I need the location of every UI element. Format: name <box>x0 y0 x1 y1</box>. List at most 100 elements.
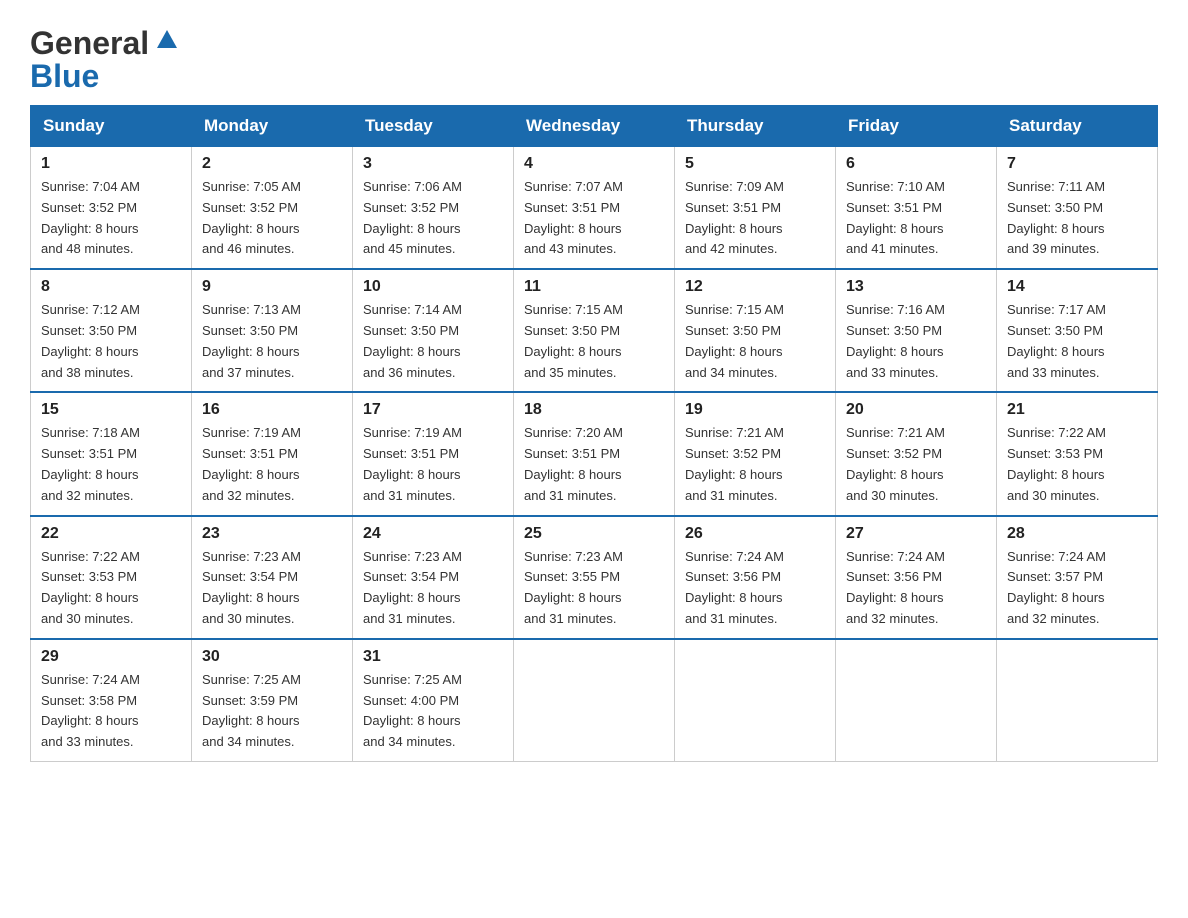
day-number: 17 <box>363 401 503 419</box>
calendar-day-cell: 18 Sunrise: 7:20 AM Sunset: 3:51 PM Dayl… <box>514 392 675 515</box>
day-info: Sunrise: 7:18 AM Sunset: 3:51 PM Dayligh… <box>41 423 181 506</box>
day-number: 14 <box>1007 278 1147 296</box>
day-number: 7 <box>1007 155 1147 173</box>
day-number: 18 <box>524 401 664 419</box>
day-info: Sunrise: 7:25 AM Sunset: 3:59 PM Dayligh… <box>202 670 342 753</box>
day-info: Sunrise: 7:06 AM Sunset: 3:52 PM Dayligh… <box>363 177 503 260</box>
day-info: Sunrise: 7:23 AM Sunset: 3:54 PM Dayligh… <box>202 547 342 630</box>
day-info: Sunrise: 7:14 AM Sunset: 3:50 PM Dayligh… <box>363 300 503 383</box>
day-number: 6 <box>846 155 986 173</box>
day-number: 29 <box>41 648 181 666</box>
calendar-day-cell: 26 Sunrise: 7:24 AM Sunset: 3:56 PM Dayl… <box>675 516 836 639</box>
calendar-day-cell: 2 Sunrise: 7:05 AM Sunset: 3:52 PM Dayli… <box>192 147 353 270</box>
day-number: 22 <box>41 525 181 543</box>
calendar-day-cell: 12 Sunrise: 7:15 AM Sunset: 3:50 PM Dayl… <box>675 269 836 392</box>
day-of-week-header: Thursday <box>675 106 836 147</box>
day-info: Sunrise: 7:21 AM Sunset: 3:52 PM Dayligh… <box>685 423 825 506</box>
calendar-day-cell: 9 Sunrise: 7:13 AM Sunset: 3:50 PM Dayli… <box>192 269 353 392</box>
day-info: Sunrise: 7:19 AM Sunset: 3:51 PM Dayligh… <box>363 423 503 506</box>
calendar-day-cell: 19 Sunrise: 7:21 AM Sunset: 3:52 PM Dayl… <box>675 392 836 515</box>
calendar-day-cell: 23 Sunrise: 7:23 AM Sunset: 3:54 PM Dayl… <box>192 516 353 639</box>
calendar-week-row: 1 Sunrise: 7:04 AM Sunset: 3:52 PM Dayli… <box>31 147 1158 270</box>
day-number: 12 <box>685 278 825 296</box>
day-info: Sunrise: 7:13 AM Sunset: 3:50 PM Dayligh… <box>202 300 342 383</box>
day-number: 25 <box>524 525 664 543</box>
calendar-day-cell: 20 Sunrise: 7:21 AM Sunset: 3:52 PM Dayl… <box>836 392 997 515</box>
calendar-day-cell <box>514 639 675 762</box>
calendar-table: SundayMondayTuesdayWednesdayThursdayFrid… <box>30 105 1158 762</box>
calendar-day-cell: 31 Sunrise: 7:25 AM Sunset: 4:00 PM Dayl… <box>353 639 514 762</box>
calendar-day-cell: 5 Sunrise: 7:09 AM Sunset: 3:51 PM Dayli… <box>675 147 836 270</box>
calendar-day-cell: 13 Sunrise: 7:16 AM Sunset: 3:50 PM Dayl… <box>836 269 997 392</box>
day-number: 27 <box>846 525 986 543</box>
day-number: 30 <box>202 648 342 666</box>
calendar-day-cell: 17 Sunrise: 7:19 AM Sunset: 3:51 PM Dayl… <box>353 392 514 515</box>
calendar-day-cell: 14 Sunrise: 7:17 AM Sunset: 3:50 PM Dayl… <box>997 269 1158 392</box>
day-number: 9 <box>202 278 342 296</box>
day-of-week-header: Friday <box>836 106 997 147</box>
day-number: 28 <box>1007 525 1147 543</box>
day-info: Sunrise: 7:24 AM Sunset: 3:56 PM Dayligh… <box>846 547 986 630</box>
day-info: Sunrise: 7:21 AM Sunset: 3:52 PM Dayligh… <box>846 423 986 506</box>
day-number: 24 <box>363 525 503 543</box>
day-number: 4 <box>524 155 664 173</box>
day-info: Sunrise: 7:20 AM Sunset: 3:51 PM Dayligh… <box>524 423 664 506</box>
calendar-day-cell: 24 Sunrise: 7:23 AM Sunset: 3:54 PM Dayl… <box>353 516 514 639</box>
day-number: 15 <box>41 401 181 419</box>
logo: General Blue <box>30 25 177 95</box>
day-number: 26 <box>685 525 825 543</box>
calendar-day-cell: 6 Sunrise: 7:10 AM Sunset: 3:51 PM Dayli… <box>836 147 997 270</box>
day-info: Sunrise: 7:12 AM Sunset: 3:50 PM Dayligh… <box>41 300 181 383</box>
calendar-day-cell: 16 Sunrise: 7:19 AM Sunset: 3:51 PM Dayl… <box>192 392 353 515</box>
day-of-week-header: Wednesday <box>514 106 675 147</box>
day-of-week-header: Sunday <box>31 106 192 147</box>
day-number: 23 <box>202 525 342 543</box>
calendar-week-row: 29 Sunrise: 7:24 AM Sunset: 3:58 PM Dayl… <box>31 639 1158 762</box>
day-info: Sunrise: 7:09 AM Sunset: 3:51 PM Dayligh… <box>685 177 825 260</box>
day-of-week-header: Tuesday <box>353 106 514 147</box>
day-number: 5 <box>685 155 825 173</box>
calendar-day-cell: 10 Sunrise: 7:14 AM Sunset: 3:50 PM Dayl… <box>353 269 514 392</box>
calendar-day-cell: 11 Sunrise: 7:15 AM Sunset: 3:50 PM Dayl… <box>514 269 675 392</box>
day-info: Sunrise: 7:25 AM Sunset: 4:00 PM Dayligh… <box>363 670 503 753</box>
day-info: Sunrise: 7:05 AM Sunset: 3:52 PM Dayligh… <box>202 177 342 260</box>
day-number: 20 <box>846 401 986 419</box>
calendar-day-cell: 3 Sunrise: 7:06 AM Sunset: 3:52 PM Dayli… <box>353 147 514 270</box>
calendar-day-cell <box>675 639 836 762</box>
day-number: 16 <box>202 401 342 419</box>
day-info: Sunrise: 7:22 AM Sunset: 3:53 PM Dayligh… <box>41 547 181 630</box>
day-info: Sunrise: 7:15 AM Sunset: 3:50 PM Dayligh… <box>685 300 825 383</box>
day-number: 11 <box>524 278 664 296</box>
day-number: 31 <box>363 648 503 666</box>
day-number: 13 <box>846 278 986 296</box>
day-number: 21 <box>1007 401 1147 419</box>
calendar-day-cell: 25 Sunrise: 7:23 AM Sunset: 3:55 PM Dayl… <box>514 516 675 639</box>
calendar-day-cell: 21 Sunrise: 7:22 AM Sunset: 3:53 PM Dayl… <box>997 392 1158 515</box>
day-info: Sunrise: 7:07 AM Sunset: 3:51 PM Dayligh… <box>524 177 664 260</box>
day-info: Sunrise: 7:10 AM Sunset: 3:51 PM Dayligh… <box>846 177 986 260</box>
day-info: Sunrise: 7:24 AM Sunset: 3:57 PM Dayligh… <box>1007 547 1147 630</box>
calendar-header-row: SundayMondayTuesdayWednesdayThursdayFrid… <box>31 106 1158 147</box>
day-info: Sunrise: 7:24 AM Sunset: 3:58 PM Dayligh… <box>41 670 181 753</box>
calendar-day-cell: 30 Sunrise: 7:25 AM Sunset: 3:59 PM Dayl… <box>192 639 353 762</box>
calendar-week-row: 15 Sunrise: 7:18 AM Sunset: 3:51 PM Dayl… <box>31 392 1158 515</box>
calendar-day-cell: 28 Sunrise: 7:24 AM Sunset: 3:57 PM Dayl… <box>997 516 1158 639</box>
day-info: Sunrise: 7:19 AM Sunset: 3:51 PM Dayligh… <box>202 423 342 506</box>
calendar-day-cell: 4 Sunrise: 7:07 AM Sunset: 3:51 PM Dayli… <box>514 147 675 270</box>
calendar-day-cell: 7 Sunrise: 7:11 AM Sunset: 3:50 PM Dayli… <box>997 147 1158 270</box>
calendar-day-cell: 8 Sunrise: 7:12 AM Sunset: 3:50 PM Dayli… <box>31 269 192 392</box>
calendar-day-cell: 27 Sunrise: 7:24 AM Sunset: 3:56 PM Dayl… <box>836 516 997 639</box>
day-number: 8 <box>41 278 181 296</box>
day-number: 1 <box>41 155 181 173</box>
day-info: Sunrise: 7:23 AM Sunset: 3:54 PM Dayligh… <box>363 547 503 630</box>
day-info: Sunrise: 7:11 AM Sunset: 3:50 PM Dayligh… <box>1007 177 1147 260</box>
day-number: 10 <box>363 278 503 296</box>
calendar-day-cell: 22 Sunrise: 7:22 AM Sunset: 3:53 PM Dayl… <box>31 516 192 639</box>
day-number: 19 <box>685 401 825 419</box>
day-number: 3 <box>363 155 503 173</box>
calendar-week-row: 8 Sunrise: 7:12 AM Sunset: 3:50 PM Dayli… <box>31 269 1158 392</box>
day-info: Sunrise: 7:17 AM Sunset: 3:50 PM Dayligh… <box>1007 300 1147 383</box>
day-info: Sunrise: 7:15 AM Sunset: 3:50 PM Dayligh… <box>524 300 664 383</box>
day-info: Sunrise: 7:22 AM Sunset: 3:53 PM Dayligh… <box>1007 423 1147 506</box>
day-info: Sunrise: 7:16 AM Sunset: 3:50 PM Dayligh… <box>846 300 986 383</box>
